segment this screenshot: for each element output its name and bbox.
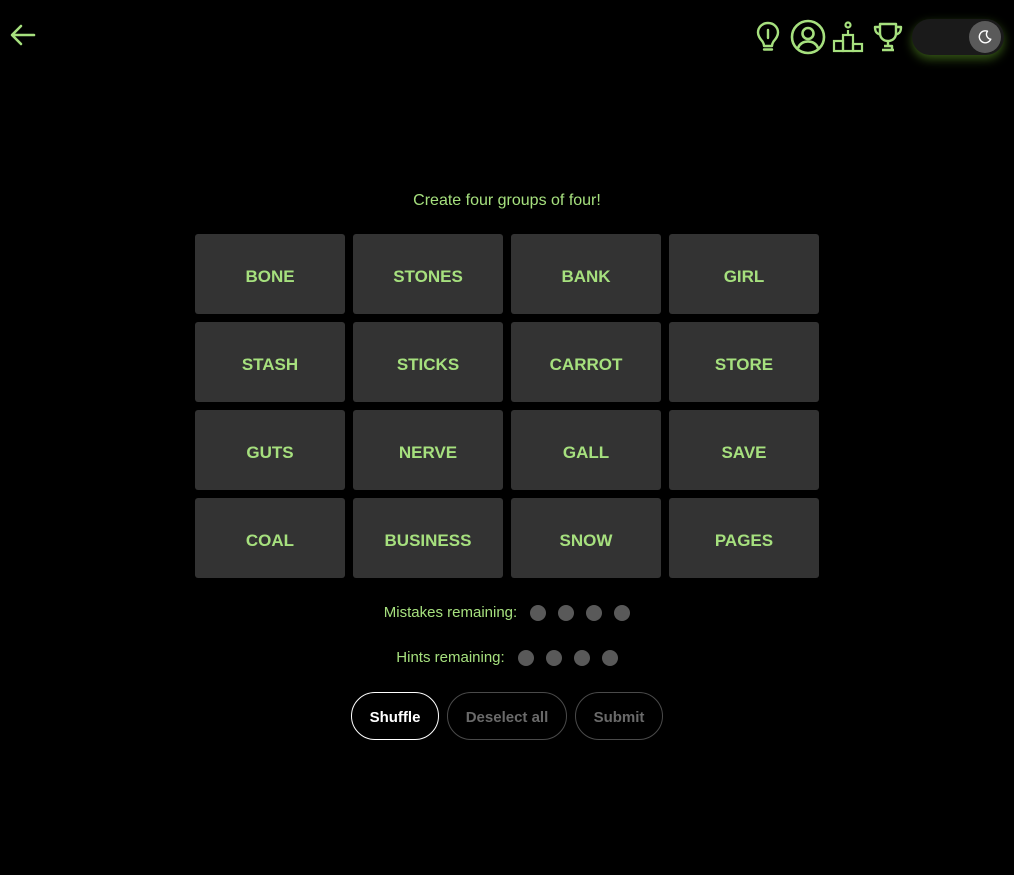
mistakes-row: Mistakes remaining: [0, 604, 1014, 621]
word-grid: BONE STONES BANK GIRL STASH STICKS CARRO… [195, 234, 819, 578]
mistakes-dots [530, 604, 631, 621]
podium-leaderboard-icon [832, 21, 864, 53]
user-profile-icon [790, 19, 826, 55]
word-tile[interactable]: COAL [195, 498, 345, 578]
word-tile[interactable]: NERVE [353, 410, 503, 490]
word-tile[interactable]: STASH [195, 322, 345, 402]
arrow-left-icon [10, 24, 36, 46]
mistakes-label: Mistakes remaining: [383, 604, 518, 621]
word-tile[interactable]: GALL [511, 410, 661, 490]
word-tile[interactable]: SAVE [669, 410, 819, 490]
mistake-dot [614, 604, 631, 621]
word-tile[interactable]: CARROT [511, 322, 661, 402]
hint-dot [573, 649, 590, 666]
lightbulb-hint-icon [756, 21, 780, 51]
mistake-dot [530, 604, 547, 621]
theme-toggle[interactable] [912, 19, 1004, 55]
toggle-knob [969, 21, 1001, 53]
word-tile[interactable]: PAGES [669, 498, 819, 578]
trophy-icon [873, 22, 903, 52]
submit-button[interactable]: Submit [575, 692, 663, 740]
word-tile[interactable]: BONE [195, 234, 345, 314]
word-tile[interactable]: STICKS [353, 322, 503, 402]
profile-button[interactable] [788, 18, 828, 56]
word-tile[interactable]: BUSINESS [353, 498, 503, 578]
achievements-button[interactable] [868, 18, 908, 56]
hints-row: Hints remaining: [0, 649, 1014, 666]
leaderboard-button[interactable] [828, 18, 868, 56]
shuffle-button[interactable]: Shuffle [351, 692, 439, 740]
deselect-all-button[interactable]: Deselect all [447, 692, 567, 740]
hint-dot [517, 649, 534, 666]
back-button[interactable] [8, 20, 38, 50]
hints-label: Hints remaining: [396, 649, 505, 666]
mistake-dot [586, 604, 603, 621]
hint-button[interactable] [748, 18, 788, 56]
word-tile[interactable]: GIRL [669, 234, 819, 314]
word-tile[interactable]: SNOW [511, 498, 661, 578]
action-buttons: Shuffle Deselect all Submit [0, 692, 1014, 740]
word-tile[interactable]: GUTS [195, 410, 345, 490]
word-tile[interactable]: STORE [669, 322, 819, 402]
word-tile[interactable]: BANK [511, 234, 661, 314]
hint-dot [545, 649, 562, 666]
instruction-text: Create four groups of four! [413, 192, 601, 209]
hints-dots [517, 649, 618, 666]
moon-icon [978, 30, 992, 44]
hint-dot [601, 649, 618, 666]
mistake-dot [558, 604, 575, 621]
word-tile[interactable]: STONES [353, 234, 503, 314]
header-toolbar [748, 18, 1004, 56]
game-page: Create four groups of four! BONE STONES … [0, 0, 1014, 875]
